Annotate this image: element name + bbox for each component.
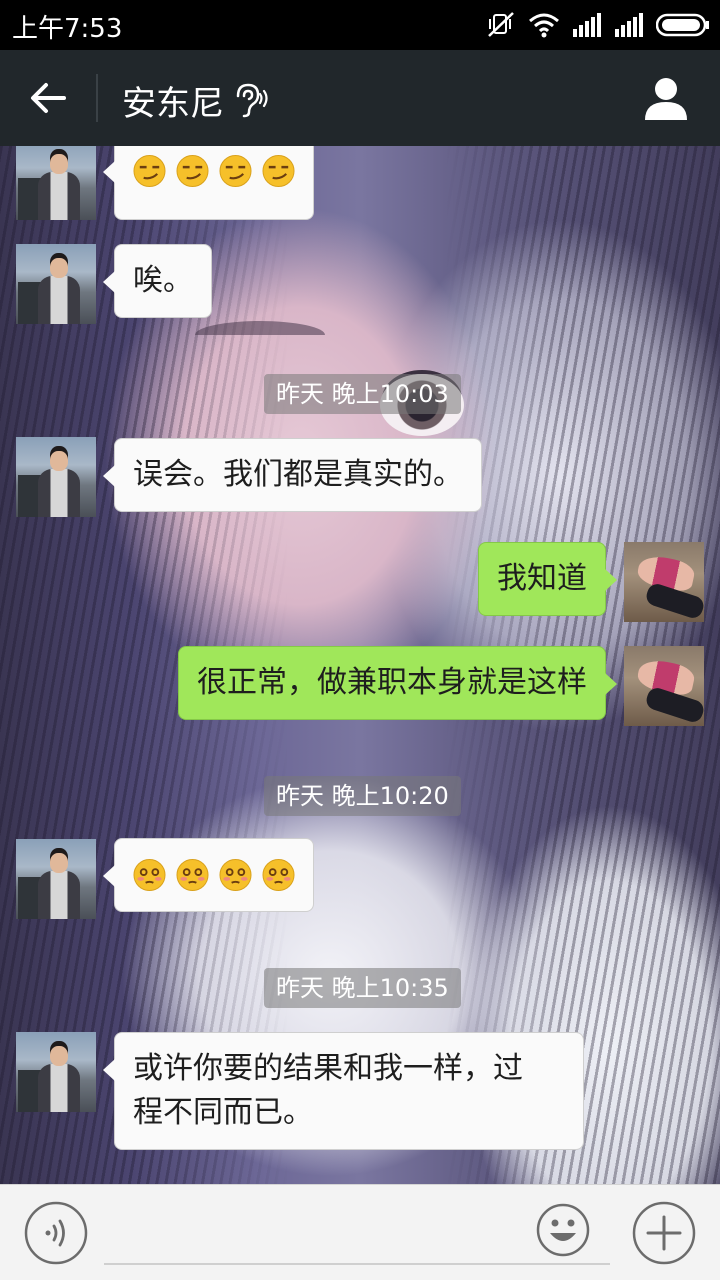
ear-icon bbox=[236, 83, 268, 118]
plus-icon bbox=[632, 1201, 696, 1265]
blush-emoji-icon bbox=[176, 858, 209, 892]
contact-avatar[interactable] bbox=[16, 146, 96, 220]
avatar-body bbox=[38, 1064, 80, 1112]
status-icons bbox=[486, 10, 710, 40]
message-timestamp: 昨天 晚上10:03 bbox=[264, 374, 461, 414]
wifi-icon bbox=[529, 13, 559, 38]
header-divider bbox=[96, 74, 98, 122]
message-text: 唉。 bbox=[133, 263, 193, 298]
message-input[interactable] bbox=[104, 1205, 610, 1265]
message-bubble-received[interactable] bbox=[103, 146, 314, 220]
signal-icon bbox=[573, 13, 601, 37]
blush-emoji-icon bbox=[262, 858, 295, 892]
message-text: 我知道 bbox=[497, 561, 587, 596]
my-avatar[interactable] bbox=[624, 646, 704, 726]
emoji-row bbox=[133, 149, 295, 193]
message-text-line: 或许你要的结果和我一样，过 bbox=[133, 1051, 523, 1086]
message-bubble-received[interactable]: 误会。我们都是真实的。 bbox=[103, 438, 482, 512]
avatar-head bbox=[50, 258, 68, 278]
person-icon bbox=[645, 78, 687, 120]
back-button[interactable] bbox=[20, 72, 76, 124]
avatar-head bbox=[50, 1046, 68, 1066]
smirk-emoji-icon bbox=[133, 154, 166, 188]
chat-header: 安东尼 bbox=[0, 50, 720, 146]
contact-info-button[interactable] bbox=[642, 74, 690, 122]
contact-avatar[interactable] bbox=[16, 839, 96, 919]
contact-avatar[interactable] bbox=[16, 437, 96, 517]
chat-title: 安东尼 bbox=[122, 84, 224, 124]
message-text: 很正常，做兼职本身就是这样 bbox=[197, 665, 587, 700]
smirk-emoji-icon bbox=[176, 154, 209, 188]
status-bar: 上午7:53 bbox=[0, 0, 720, 50]
contact-avatar[interactable] bbox=[16, 244, 96, 324]
emoji-row bbox=[133, 853, 295, 897]
message-bubble-received[interactable]: 唉。 bbox=[103, 244, 212, 318]
message-bubble-sent[interactable]: 我知道 bbox=[478, 542, 617, 616]
message-timestamp: 昨天 晚上10:20 bbox=[264, 776, 461, 816]
message-list[interactable]: 唉。 昨天 晚上10:03 误会。我们都是真实的。 我知道 很正常，做兼职本身就… bbox=[0, 146, 720, 1184]
avatar-head bbox=[50, 154, 68, 174]
voice-icon bbox=[24, 1201, 88, 1265]
battery-icon bbox=[656, 13, 709, 37]
status-time: 上午7:53 bbox=[12, 14, 123, 44]
avatar-body bbox=[38, 172, 80, 220]
contact-avatar[interactable] bbox=[16, 1032, 96, 1112]
signal-icon-2 bbox=[615, 13, 643, 37]
message-bubble-sent[interactable]: 很正常，做兼职本身就是这样 bbox=[178, 646, 617, 720]
mute-icon bbox=[488, 12, 514, 37]
avatar-body bbox=[38, 469, 80, 517]
smirk-emoji-icon bbox=[262, 154, 295, 188]
blush-emoji-icon bbox=[219, 858, 252, 892]
avatar-head bbox=[50, 451, 68, 471]
avatar-body bbox=[38, 871, 80, 919]
smirk-emoji-icon bbox=[219, 154, 252, 188]
more-options-button[interactable] bbox=[632, 1201, 696, 1265]
message-bubble-received[interactable] bbox=[103, 838, 314, 912]
message-timestamp: 昨天 晚上10:35 bbox=[264, 968, 461, 1008]
blush-emoji-icon bbox=[133, 858, 166, 892]
message-text: 误会。我们都是真实的。 bbox=[133, 457, 463, 492]
avatar-head bbox=[50, 853, 68, 873]
message-bubble-received[interactable]: 或许你要的结果和我一样，过 程不同而已。 bbox=[103, 1032, 584, 1150]
my-avatar[interactable] bbox=[624, 542, 704, 622]
voice-input-button[interactable] bbox=[24, 1201, 88, 1265]
smiley-icon bbox=[536, 1203, 590, 1257]
avatar-body bbox=[38, 276, 80, 324]
message-text-line: 程不同而已。 bbox=[133, 1095, 313, 1130]
arrow-left-icon bbox=[31, 83, 66, 113]
emoji-button[interactable] bbox=[536, 1203, 590, 1257]
input-bar bbox=[0, 1184, 720, 1280]
